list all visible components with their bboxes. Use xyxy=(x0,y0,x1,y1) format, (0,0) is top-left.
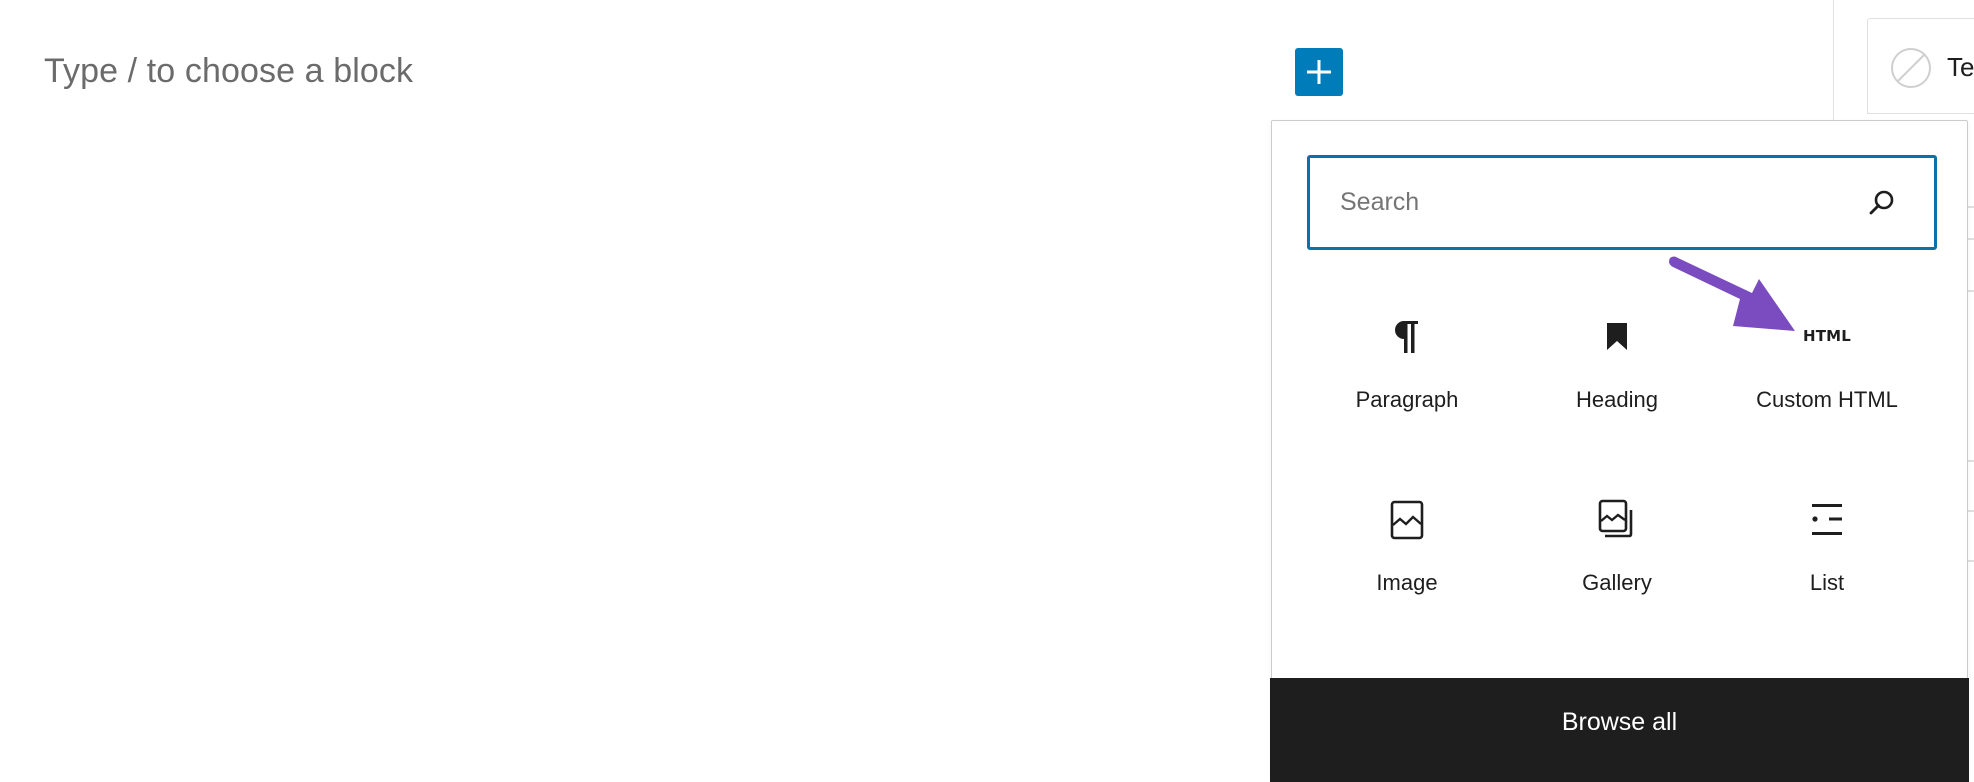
block-item-paragraph[interactable]: Paragraph xyxy=(1302,291,1512,436)
sidebar-card-label: Te xyxy=(1947,52,1974,82)
block-inserter-toggle-button[interactable] xyxy=(1295,48,1343,96)
list-icon xyxy=(1812,504,1842,535)
block-item-image[interactable]: Image xyxy=(1302,474,1512,619)
html-icon: HTML xyxy=(1802,327,1852,345)
block-item-custom-html[interactable]: HTML Custom HTML xyxy=(1722,291,1932,436)
paragraph-icon xyxy=(1395,321,1418,353)
block-item-gallery[interactable]: Gallery xyxy=(1512,474,1722,619)
block-item-heading[interactable]: Heading xyxy=(1512,291,1722,436)
plus-icon xyxy=(1307,60,1331,84)
block-item-label: Gallery xyxy=(1582,570,1652,595)
sidebar-card[interactable]: Te xyxy=(1867,18,1974,114)
block-item-label: List xyxy=(1809,570,1845,595)
block-inserter-popover: Paragraph Heading HTML Custom HTML xyxy=(1270,120,1969,782)
block-item-label: Heading xyxy=(1576,387,1658,412)
block-placeholder[interactable]: Type / to choose a block xyxy=(44,52,413,91)
no-entry-icon xyxy=(1891,48,1931,88)
gallery-icon xyxy=(1598,499,1633,538)
block-types-list: Paragraph Heading HTML Custom HTML Image… xyxy=(1302,291,1932,619)
search-button[interactable] xyxy=(1862,183,1902,223)
image-icon xyxy=(1390,500,1424,540)
block-item-list[interactable]: List xyxy=(1722,474,1932,619)
block-item-label: Paragraph xyxy=(1355,387,1459,412)
block-item-label: Custom HTML xyxy=(1756,387,1898,412)
search-icon xyxy=(1869,190,1894,214)
block-search-input[interactable] xyxy=(1338,181,1862,224)
browse-all-button[interactable]: Browse all xyxy=(1270,678,1969,782)
block-item-label: Image xyxy=(1376,570,1438,595)
block-search-field[interactable] xyxy=(1307,155,1937,250)
heading-bookmark-icon xyxy=(1607,323,1627,350)
